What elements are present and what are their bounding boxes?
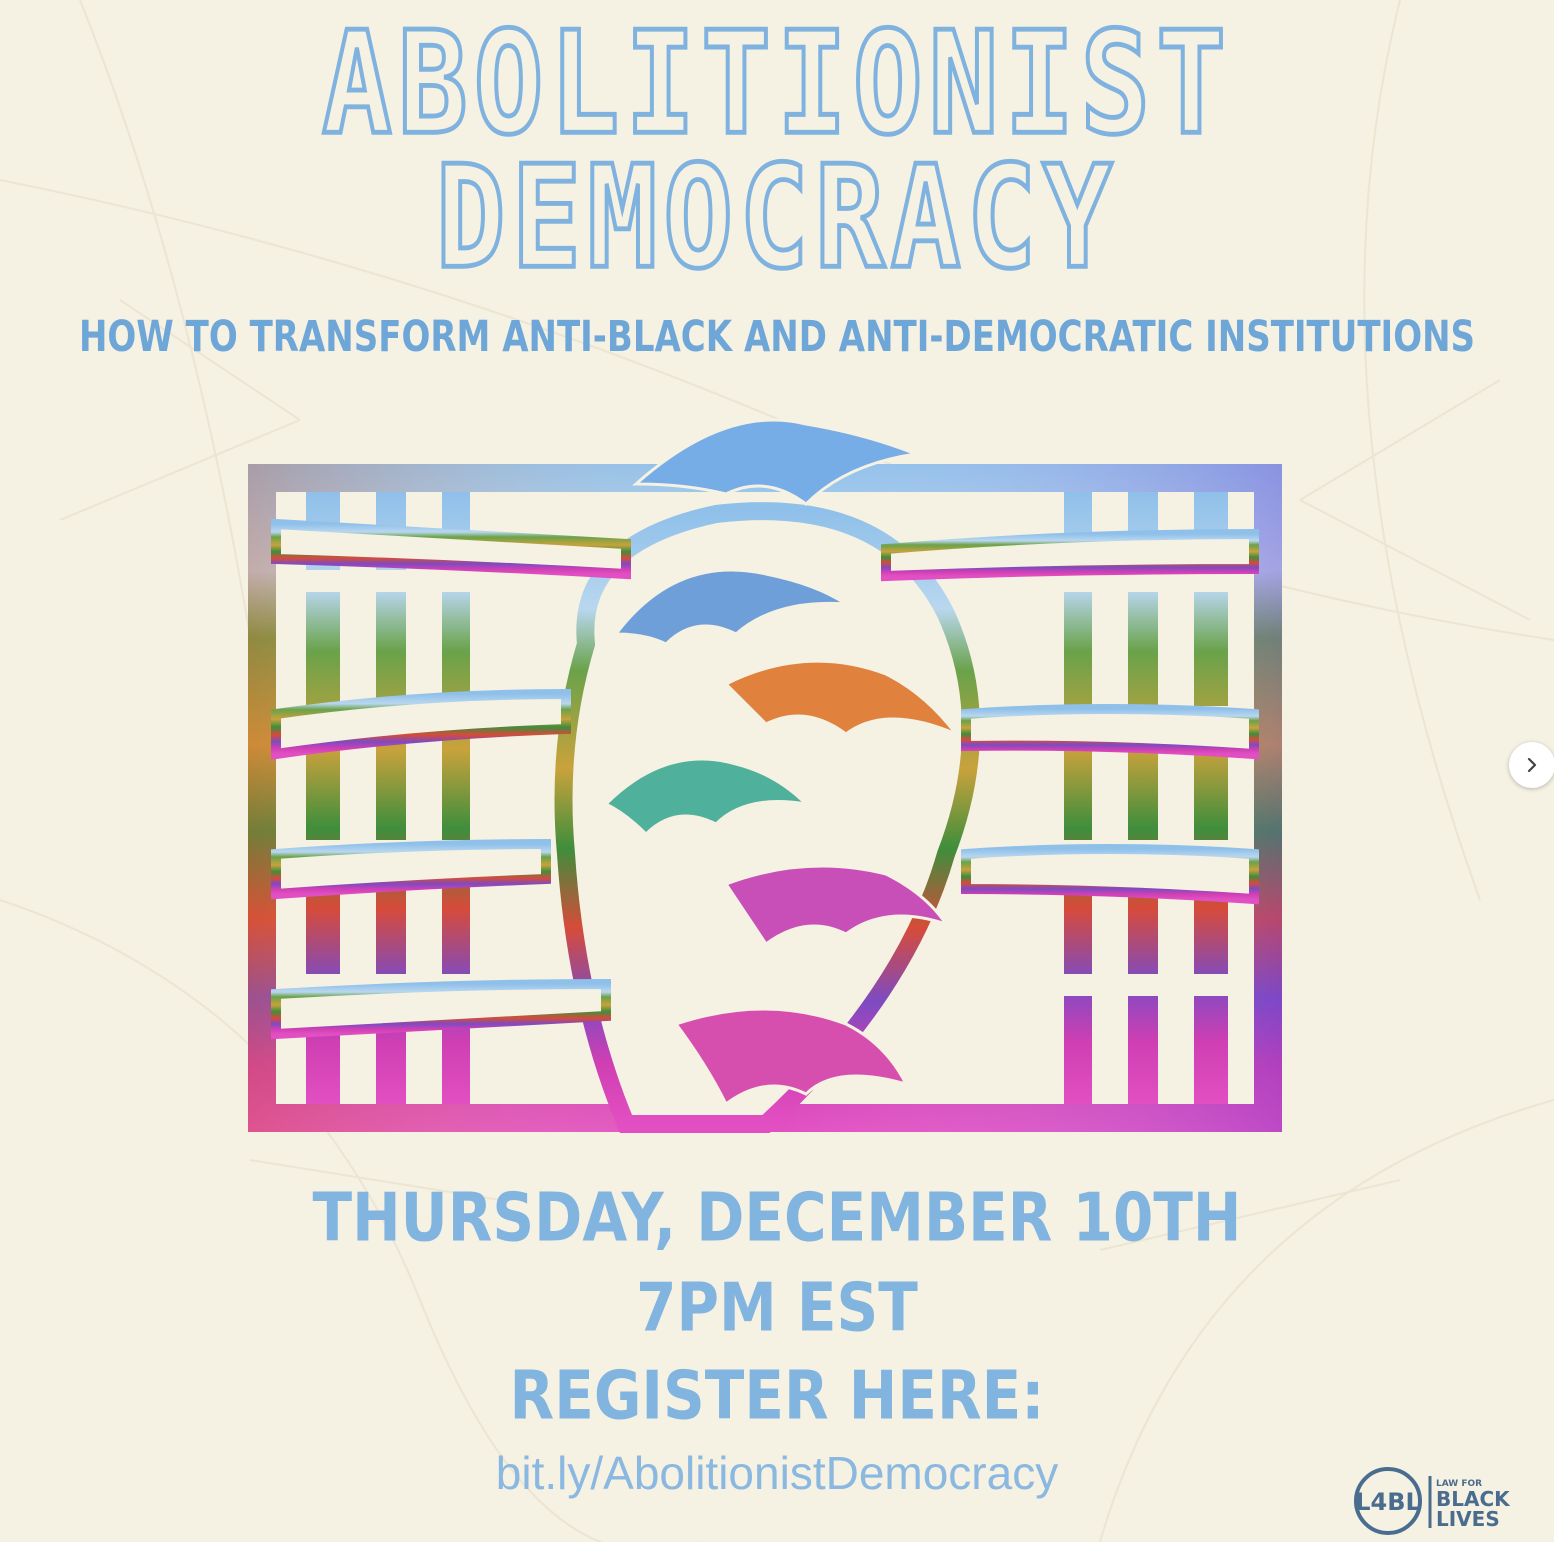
chevron-right-icon [1527,757,1537,773]
subtitle: HOW TO TRANSFORM ANTI-BLACK AND ANTI-DEM… [78,312,1476,362]
event-date: THURSDAY, DECEMBER 10TH [312,1178,1242,1257]
register-heading: REGISTER HERE: [509,1356,1045,1435]
logo-wordmark: LAW FOR BLACK LIVES [1436,1480,1554,1531]
logo-monogram: L4BL [1355,1488,1421,1516]
title-line-2: DEMOCRACY [434,135,1119,301]
hands-breaking-bars-illustration [248,418,1282,1133]
logo-line-2: BLACK LIVES [1436,1487,1510,1531]
event-time: 7PM EST [636,1268,918,1347]
event-poster: ABOLITIONIST DEMOCRACY HOW TO TRANSFORM … [0,0,1554,1542]
carousel-next-button[interactable] [1509,742,1554,788]
registration-link[interactable]: bit.ly/AbolitionistDemocracy [0,1446,1554,1500]
title-line-1: ABOLITIONIST [320,1,1233,167]
